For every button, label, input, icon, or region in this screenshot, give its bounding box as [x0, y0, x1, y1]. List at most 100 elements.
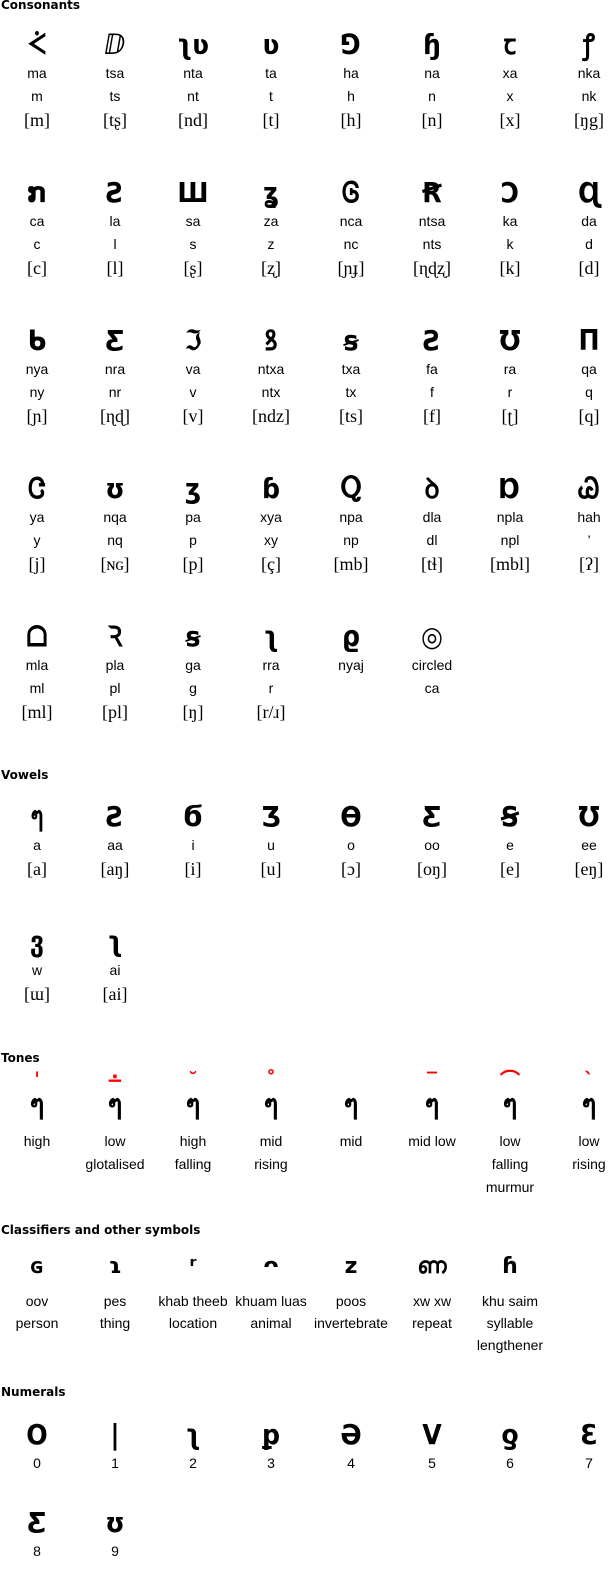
consonant-ipa: [tɬ]	[421, 554, 443, 574]
numeral-value: 3	[267, 1455, 275, 1471]
vowel-name: e	[506, 837, 514, 853]
consonant-name: ma	[27, 65, 47, 81]
consonants-cell: ʋ ta t [t]	[232, 28, 310, 132]
classifier-label: khuam luas	[235, 1293, 307, 1309]
classifier-label: poos	[335, 1293, 367, 1309]
consonant-name: qa	[581, 361, 597, 377]
tone-mark: ˈ	[33, 1068, 41, 1092]
consonant-name: nyaj	[338, 657, 364, 673]
numerals-cell: ꝑ3	[232, 1418, 310, 1475]
tone-label: mid low	[408, 1133, 456, 1149]
consonant-name: xa	[502, 65, 518, 81]
consonant-glyph: Ш	[177, 176, 209, 209]
consonants-cell: ɓ xya xy [ç]	[232, 472, 310, 576]
tone-cell: ˈ ๆ high	[0, 1070, 76, 1153]
tone-mark: ˘	[188, 1068, 198, 1092]
vowel-glyph: Ʊ	[578, 800, 600, 833]
vowel-ipa: [i]	[184, 859, 202, 879]
vowels-cell: Ʊee [eŋ]	[550, 800, 614, 881]
tone-glyph: ˈๆ	[0, 1070, 76, 1130]
consonant-latin: t	[269, 88, 273, 104]
numeral-glyph: ʊ	[105, 1506, 125, 1539]
numerals-cell: ƍ6	[471, 1418, 549, 1475]
numerals-cell: Ə4	[312, 1418, 390, 1475]
tone-base-glyph: ๆ	[424, 1088, 440, 1121]
tone-label: low	[578, 1133, 600, 1149]
tone-base-glyph: ๆ	[502, 1088, 518, 1121]
consonant-latin: x	[506, 88, 514, 104]
consonants-cell: ꞩ ga g [ŋ]	[154, 620, 232, 724]
classifier-glyph: ʳ	[189, 1254, 197, 1279]
numeral-value: 4	[347, 1455, 355, 1471]
consonant-latin: g	[189, 680, 197, 696]
consonants-cell: ʊ nqa nq [ɴɢ]	[76, 472, 154, 576]
consonant-latin: y	[33, 532, 41, 548]
consonant-name: dla	[422, 509, 442, 525]
consonant-ipa: [ʈ]	[501, 406, 519, 426]
numeral-glyph: ꝑ	[261, 1418, 281, 1451]
consonant-latin: nr	[108, 384, 122, 400]
consonant-latin: ml	[29, 680, 45, 696]
consonant-name: pa	[185, 509, 201, 525]
consonant-name: npla	[496, 509, 524, 525]
tone-base-glyph: ๆ	[107, 1088, 123, 1121]
consonant-name: ra	[503, 361, 517, 377]
consonants-cell: Ꙅfa f [f]	[393, 324, 471, 428]
consonant-glyph: Ꙅ	[422, 324, 442, 357]
consonant-latin: nts	[422, 236, 442, 252]
vowel-glyph: ვ	[29, 925, 45, 958]
classifier-label: location	[168, 1315, 218, 1331]
consonant-ipa: [f]	[423, 406, 441, 426]
consonants-cell: ᑲ nya ny [ɲ]	[0, 324, 76, 428]
consonant-latin: nc	[343, 236, 359, 252]
numerals-cell: Ƹ8	[0, 1506, 76, 1563]
consonant-ipa: [ts]	[339, 406, 363, 426]
consonant-glyph: ɓ	[261, 472, 281, 505]
vowel-name: ee	[581, 837, 597, 853]
tone-cell: ˘ ๆ high falling	[154, 1070, 232, 1176]
consonant-ipa: [mb]	[333, 554, 369, 574]
tone-glyph: ⌒ ๆ	[471, 1070, 549, 1130]
vowels-cell: Ʒu [u]	[232, 800, 310, 881]
consonant-glyph: Ƹ	[105, 324, 125, 357]
consonant-glyph: ℑ	[184, 324, 202, 357]
classifier-label: oov	[25, 1293, 49, 1309]
consonant-name: mla	[25, 657, 49, 673]
numeral-value: 7	[585, 1455, 593, 1471]
vowels-cell: Ϭi [i]	[154, 800, 232, 881]
consonant-glyph: ⅅ	[104, 28, 126, 61]
consonant-latin: ntx	[261, 384, 281, 400]
consonant-ipa: [ɲ]	[26, 406, 48, 426]
tone-glyph: ∸ ๆ	[76, 1070, 154, 1130]
consonants-cell: ʒ pa p [p]	[154, 472, 232, 576]
vowel-glyph: ๆ	[30, 800, 44, 833]
consonant-name: ha	[343, 65, 359, 81]
vowel-glyph: Ϭ	[183, 800, 203, 833]
consonant-name: nra	[104, 361, 126, 377]
section-title-vowels: Vowels	[1, 768, 49, 782]
vowel-name: i	[191, 837, 195, 853]
consonant-glyph: ꞩ	[185, 620, 201, 653]
numeral-value: 1	[111, 1455, 119, 1471]
vowels-cell: Ѳo [ɔ]	[312, 800, 390, 881]
consonants-cell: ϱ nyaj	[312, 620, 390, 677]
consonant-ipa: [ŋ]	[182, 702, 204, 722]
consonant-glyph: Ɒ	[499, 472, 521, 505]
consonant-name: nca	[339, 213, 363, 229]
tone-mark: ∸	[106, 1068, 124, 1092]
consonant-glyph: ꝭ	[583, 28, 595, 61]
consonants-cell: Ɋda d [d]	[550, 176, 614, 280]
consonant-latin: ’	[587, 532, 591, 548]
vowel-name: o	[347, 837, 355, 853]
tone-label: rising	[572, 1156, 606, 1172]
numeral-glyph: ʅ	[185, 1418, 201, 1451]
consonant-name: fa	[426, 361, 438, 377]
consonant-glyph: ◎	[421, 620, 443, 653]
consonant-latin: dl	[426, 532, 438, 548]
consonants-cell: ꝭ nka nk [ŋg]	[550, 28, 614, 132]
tone-label: high	[179, 1133, 207, 1149]
vowel-ipa: [a]	[27, 859, 47, 879]
vowels-cell: ๆ a [a]	[0, 800, 76, 881]
classifier-cell: ɿ pes thing	[76, 1250, 154, 1334]
numeral-value: 6	[506, 1455, 514, 1471]
